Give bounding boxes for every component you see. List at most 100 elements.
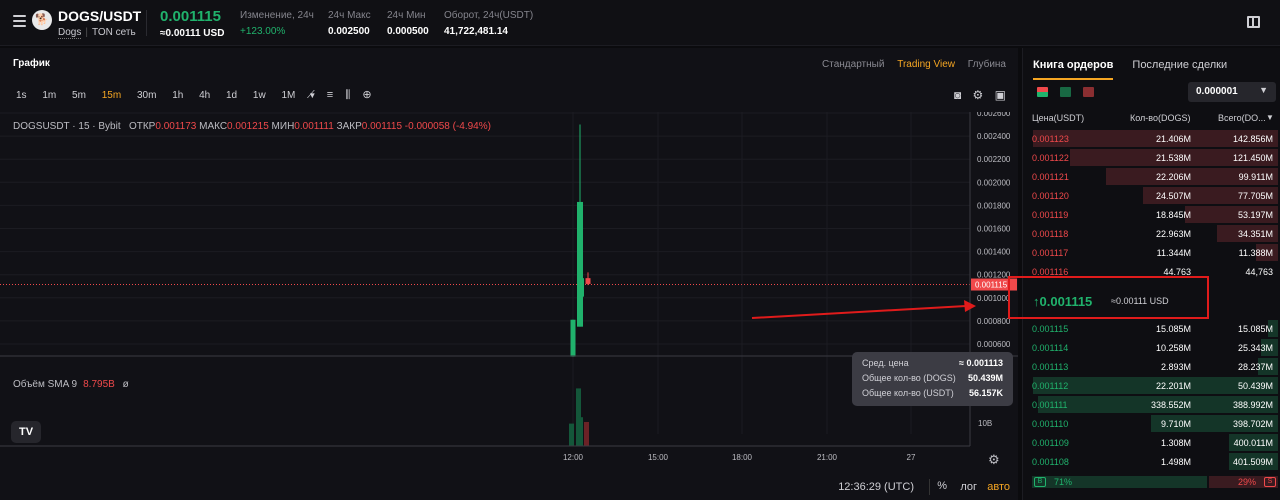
- pair-name[interactable]: DOGS/USDT: [58, 8, 141, 24]
- y-tick-label: 0.001600: [977, 225, 1011, 234]
- ask-row[interactable]: 0.001118 22.963M 34.351M: [1023, 224, 1278, 243]
- order-qty: 21.406M: [1155, 134, 1191, 144]
- tf-1w[interactable]: 1w: [253, 90, 266, 101]
- tf-1s[interactable]: 1s: [16, 90, 27, 101]
- tf-30m[interactable]: 30m: [137, 90, 156, 101]
- col-total-chevron-icon[interactable]: ▼: [1266, 113, 1274, 122]
- view-tradingview[interactable]: Trading View: [897, 59, 955, 70]
- order-qty: 338.552M: [1150, 400, 1191, 410]
- order-total: 11.388M: [1238, 248, 1273, 258]
- utc-clock[interactable]: 12:36:29 (UTC): [838, 481, 914, 493]
- volume-legend: Объём SMA 9 8.795B ø: [13, 379, 129, 390]
- order-price: 0.001108: [1032, 457, 1069, 467]
- tf-1h[interactable]: 1h: [172, 90, 183, 101]
- order-price: 0.001111: [1032, 400, 1068, 410]
- ask-row[interactable]: 0.001123 21.406M 142.856M: [1023, 129, 1278, 148]
- timeframe-bar: 1s 1m 5m 15m 30m 1h 4h 1d 1w 1M ▼: [16, 90, 316, 101]
- ask-row[interactable]: 0.001122 21.538M 121.450M: [1023, 148, 1278, 167]
- line-chart-icon[interactable]: ⟋: [307, 89, 315, 101]
- stat-value: +123.00%: [240, 26, 286, 37]
- view-standard[interactable]: Стандартный: [822, 59, 884, 70]
- bid-row[interactable]: 0.001115 15.085M 15.085M: [1023, 319, 1278, 338]
- layout-both-icon[interactable]: [1037, 87, 1048, 97]
- book-icon[interactable]: [1247, 16, 1260, 28]
- divider: [929, 479, 930, 495]
- axis-settings-icon[interactable]: ⚙: [988, 453, 1000, 468]
- indicators-icon[interactable]: ≡: [327, 89, 333, 101]
- price-chart[interactable]: 0.002600 0.002400 0.002200 0.002000 0.001800…: [0, 112, 1018, 500]
- add-icon[interactable]: ⊕: [362, 89, 371, 101]
- menu-icon[interactable]: [13, 15, 26, 27]
- camera-icon[interactable]: ◙: [954, 88, 961, 102]
- col-total: Всего(DO...: [1218, 113, 1266, 123]
- stat-label: Оборот, 24ч(USDT): [444, 10, 534, 21]
- stat-label: 24ч Макс: [328, 10, 371, 21]
- bid-row[interactable]: 0.001108 1.498M 401.509M: [1023, 452, 1278, 471]
- tooltip-value: ≈ 0.001113: [959, 358, 1003, 368]
- bid-row[interactable]: 0.001113 2.893M 28.237M: [1023, 357, 1278, 376]
- orderbook-layout-switcher: [1037, 87, 1103, 100]
- tooltip-label: Общее кол-во (DOGS): [862, 373, 956, 383]
- bid-row[interactable]: 0.001112 22.201M 50.439M: [1023, 376, 1278, 395]
- log-scale-toggle[interactable]: лог: [960, 481, 977, 493]
- layout-bids-icon[interactable]: [1060, 87, 1072, 97]
- tf-5m[interactable]: 5m: [72, 90, 86, 101]
- bid-row[interactable]: 0.001111 338.552M 388.992M: [1023, 395, 1278, 414]
- order-total: 15.085M: [1237, 324, 1273, 334]
- bid-row[interactable]: 0.001110 9.710M 398.702M: [1023, 414, 1278, 433]
- bid-row[interactable]: 0.001114 10.258M 25.343M: [1023, 338, 1278, 357]
- tab-recent-trades[interactable]: Последние сделки: [1132, 59, 1227, 78]
- stat-label: Изменение, 24ч: [240, 10, 314, 21]
- order-price: 0.001109: [1032, 438, 1069, 448]
- ask-row[interactable]: 0.001119 18.845M 53.197M: [1023, 205, 1278, 224]
- tab-orderbook[interactable]: Книга ордеров: [1033, 59, 1114, 80]
- y-tick-label: 0.002000: [977, 178, 1011, 187]
- sell-badge: S: [1264, 477, 1276, 487]
- x-tick-label: 12:00: [563, 453, 584, 462]
- percent-scale-toggle[interactable]: %: [937, 480, 947, 492]
- tf-1m[interactable]: 1m: [42, 90, 56, 101]
- order-price: 0.001113: [1032, 362, 1069, 372]
- view-depth[interactable]: Глубина: [968, 59, 1006, 70]
- order-total: 28.237M: [1237, 362, 1273, 372]
- candle-type-icon[interactable]: ⫼: [345, 89, 350, 101]
- order-price: 0.001121: [1032, 172, 1069, 182]
- order-qty: 21.538M: [1155, 153, 1191, 163]
- tf-15m[interactable]: 15m: [102, 90, 121, 101]
- ohlc-low: 0.001111: [294, 121, 334, 132]
- y-tick-label: 0.002400: [977, 132, 1011, 141]
- ohlc-high-label: МАКС: [199, 121, 228, 132]
- tf-4h[interactable]: 4h: [199, 90, 210, 101]
- ask-row[interactable]: 0.001117 11.344M 11.388M: [1023, 243, 1278, 262]
- tradingview-logo[interactable]: TV: [11, 421, 41, 443]
- order-total: 142.856M: [1232, 134, 1273, 144]
- order-price: 0.001118: [1032, 229, 1069, 239]
- volume-bar: [578, 417, 583, 446]
- ask-row[interactable]: 0.001121 22.206M 99.911M: [1023, 167, 1278, 186]
- order-price: 0.001112: [1032, 381, 1069, 391]
- tf-1d[interactable]: 1d: [226, 90, 237, 101]
- layout-asks-icon[interactable]: [1083, 87, 1095, 97]
- ohlc-change: -0.000058 (-4.94%): [404, 121, 491, 132]
- chart-view-switcher: Стандартный Trading View Глубина: [812, 59, 1006, 70]
- buy-badge: B: [1034, 477, 1046, 487]
- orderbook-panel: Книга ордеров Последние сделки 0.000001 …: [1022, 48, 1280, 500]
- x-tick-label: 15:00: [648, 453, 669, 462]
- order-price: 0.001114: [1032, 343, 1069, 353]
- precision-select[interactable]: 0.000001 ▼: [1188, 82, 1276, 102]
- stat-value: 0.000500: [387, 26, 429, 37]
- order-price: 0.001122: [1032, 153, 1069, 163]
- tf-1M[interactable]: 1M: [281, 90, 295, 101]
- base-asset[interactable]: Dogs: [58, 27, 82, 39]
- bid-row[interactable]: 0.001109 1.308M 400.011M: [1023, 433, 1278, 452]
- stat-low: 24ч Мин 0.000500: [387, 10, 429, 37]
- y-tick-label: 0.002600: [977, 112, 1011, 118]
- ohlc-close-label: ЗАКР: [336, 121, 362, 132]
- y-tick-label: 0.001400: [977, 248, 1011, 257]
- last-price-usd: ≈0.00111 USD: [160, 28, 225, 39]
- fullscreen-icon[interactable]: ▣: [995, 88, 1006, 102]
- ask-row[interactable]: 0.001120 24.507M 77.705M: [1023, 186, 1278, 205]
- auto-scale-toggle[interactable]: авто: [987, 481, 1010, 493]
- settings-icon[interactable]: ⚙: [973, 88, 984, 102]
- order-qty: 9.710M: [1160, 419, 1191, 429]
